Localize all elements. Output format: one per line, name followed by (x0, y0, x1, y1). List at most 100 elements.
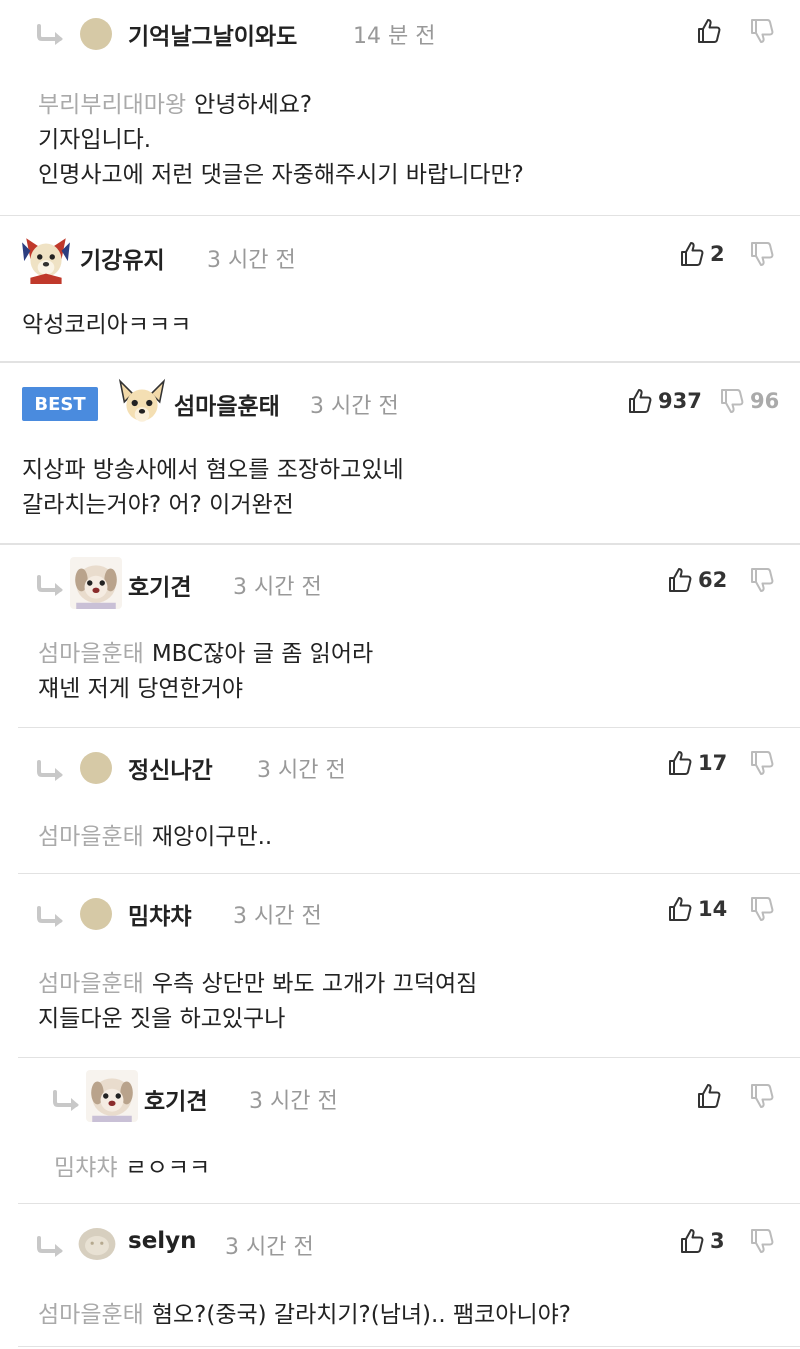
divider (18, 1346, 800, 1347)
comment-body: 섬마을훈태 MBC잖아 글 좀 읽어라 쟤넨 저게 당연한거야 (38, 637, 373, 707)
comment-line: ㄹㅇㅋㅋ (125, 1155, 211, 1181)
comment-body: 밈챠챠 ㄹㅇㅋㅋ (54, 1151, 210, 1186)
comment-line: 갈라치는거야? 어? 이거완전 (22, 492, 294, 518)
thumbs-up-icon (697, 1083, 721, 1109)
comment-item: 정신나간 3 시간 전 17 섬마을훈태 재앙이구만.. (0, 728, 800, 873)
dislike-button[interactable] (750, 567, 780, 593)
comment-body: 섬마을훈태 우측 상단만 봐도 고개가 끄덕여짐 지들다운 짓을 하고있구나 (38, 967, 477, 1037)
dislike-button[interactable] (750, 750, 780, 776)
like-button[interactable] (697, 1083, 727, 1109)
comment-line: 지상파 방송사에서 혐오를 조장하고있네 (22, 457, 404, 483)
dislike-button[interactable] (750, 1228, 780, 1254)
comment-time: 3 시간 전 (233, 575, 322, 600)
thumbs-up-icon (668, 896, 692, 922)
like-count: 2 (710, 242, 725, 266)
avatar[interactable] (80, 898, 112, 930)
mention-tag[interactable]: 섬마을훈태 (38, 641, 144, 667)
comment-author[interactable]: 섬마을훈태 (174, 387, 280, 421)
avatar[interactable] (86, 1070, 138, 1122)
like-count: 3 (710, 1229, 725, 1253)
mention-tag[interactable]: 섬마을훈태 (38, 824, 144, 850)
comment-line: 재앙이구만.. (151, 824, 273, 850)
like-button[interactable]: 2 (680, 241, 725, 267)
comment-line: 우측 상단만 봐도 고개가 끄덕여짐 (151, 971, 478, 997)
thumbs-up-icon (628, 388, 652, 414)
comment-item: 기강유지 3 시간 전 2 악성코리아ㅋㅋㅋ (0, 216, 800, 361)
like-button[interactable] (697, 18, 727, 44)
like-count: 14 (698, 897, 728, 921)
avatar[interactable] (20, 232, 72, 284)
reply-arrow-icon (36, 24, 68, 46)
thumbs-down-icon (750, 1228, 774, 1254)
comment-author[interactable]: selyn (128, 1228, 197, 1254)
comment-author[interactable]: 기강유지 (80, 241, 165, 275)
thumbs-down-icon (750, 896, 774, 922)
comment-body: 섬마을훈태 재앙이구만.. (38, 820, 272, 855)
dislike-button[interactable] (750, 896, 780, 922)
like-button[interactable]: 937 (628, 388, 702, 414)
comment-line: MBC잖아 글 좀 읽어라 (151, 641, 374, 667)
comment-item: 밈챠챠 3 시간 전 14 섬마을훈태 우측 상단만 봐도 고개가 끄덕여짐 지들… (0, 874, 800, 1057)
like-button[interactable]: 3 (680, 1228, 725, 1254)
thumbs-down-icon (750, 1083, 774, 1109)
thumbs-up-icon (668, 750, 692, 776)
thumbs-down-icon (750, 241, 774, 267)
dislike-button[interactable] (750, 241, 780, 267)
comment-time: 3 시간 전 (225, 1235, 314, 1260)
thumbs-down-icon (750, 750, 774, 776)
comment-time: 3 시간 전 (257, 758, 346, 783)
like-count: 62 (698, 568, 728, 592)
avatar[interactable] (80, 18, 112, 50)
dislike-button[interactable] (750, 1083, 780, 1109)
thumbs-down-icon (720, 388, 744, 414)
comment-author[interactable]: 정신나간 (128, 751, 213, 785)
comment-author[interactable]: 밈챠챠 (128, 897, 191, 931)
reply-arrow-icon (52, 1090, 84, 1112)
comment-line: 쟤넨 저게 당연한거야 (38, 676, 244, 702)
like-count: 17 (698, 751, 728, 775)
mention-tag[interactable]: 섬마을훈태 (38, 971, 144, 997)
avatar[interactable] (70, 557, 122, 609)
like-button[interactable]: 62 (668, 567, 727, 593)
avatar[interactable] (72, 1224, 122, 1264)
reply-arrow-icon (36, 575, 68, 597)
like-count: 937 (658, 389, 702, 413)
thumbs-up-icon (680, 1228, 704, 1254)
comment-body: 지상파 방송사에서 혐오를 조장하고있네 갈라치는거야? 어? 이거완전 (22, 453, 404, 523)
thumbs-up-icon (680, 241, 704, 267)
comment-body: 부리부리대마왕 안녕하세요? 기자입니다. 인명사고에 저런 댓글은 자중해주시기… (38, 88, 524, 193)
comment-author[interactable]: 호기견 (128, 568, 191, 602)
comment-item: BEST 섬마을훈태 3 시간 전 937 96 지상파 방송사에서 혐오를 조… (0, 363, 800, 543)
dislike-button[interactable] (750, 18, 780, 44)
avatar[interactable] (80, 752, 112, 784)
best-badge: BEST (22, 387, 98, 421)
comment-author[interactable]: 기억날그날이와도 (128, 17, 297, 51)
comment-line: 기자입니다. (38, 127, 152, 153)
comment-item: 호기견 3 시간 전 밈챠챠 ㄹㅇㅋㅋ (0, 1058, 800, 1203)
comment-body: 악성코리아ㅋㅋㅋ (22, 308, 191, 343)
thumbs-down-icon (750, 567, 774, 593)
mention-tag[interactable]: 밈챠챠 (54, 1155, 117, 1181)
avatar[interactable] (116, 377, 168, 429)
dislike-button[interactable]: 96 (720, 388, 779, 414)
mention-tag[interactable]: 섬마을훈태 (38, 1302, 144, 1328)
comment-item: 기억날그날이와도 14 분 전 부리부리대마왕 안녕하세요? 기자입니다. 인명사… (0, 0, 800, 215)
reply-arrow-icon (36, 906, 68, 928)
like-button[interactable]: 14 (668, 896, 727, 922)
comment-line: 악성코리아ㅋㅋㅋ (22, 312, 192, 338)
comment-author[interactable]: 호기견 (144, 1082, 207, 1116)
comment-line: 지들다운 짓을 하고있구나 (38, 1006, 286, 1032)
dislike-count: 96 (750, 389, 780, 413)
comment-line: 혐오?(중국) 갈라치기?(남녀).. 팸코아니야? (151, 1302, 571, 1328)
comment-item: 호기견 3 시간 전 62 섬마을훈태 MBC잖아 글 좀 읽어라 쟤넨 저게 당… (0, 545, 800, 727)
like-button[interactable]: 17 (668, 750, 727, 776)
comment-line: 안녕하세요? (194, 92, 313, 118)
mention-tag[interactable]: 부리부리대마왕 (38, 92, 186, 118)
comment-time: 3 시간 전 (310, 394, 399, 419)
comment-item: selyn 3 시간 전 3 섬마을훈태 혐오?(중국) 갈라치기?(남녀).. … (0, 1204, 800, 1349)
comment-line: 인명사고에 저런 댓글은 자중해주시기 바랍니다만? (38, 162, 524, 188)
thumbs-up-icon (697, 18, 721, 44)
comment-time: 3 시간 전 (233, 904, 322, 929)
comment-time: 3 시간 전 (249, 1089, 338, 1114)
reply-arrow-icon (36, 1236, 68, 1258)
